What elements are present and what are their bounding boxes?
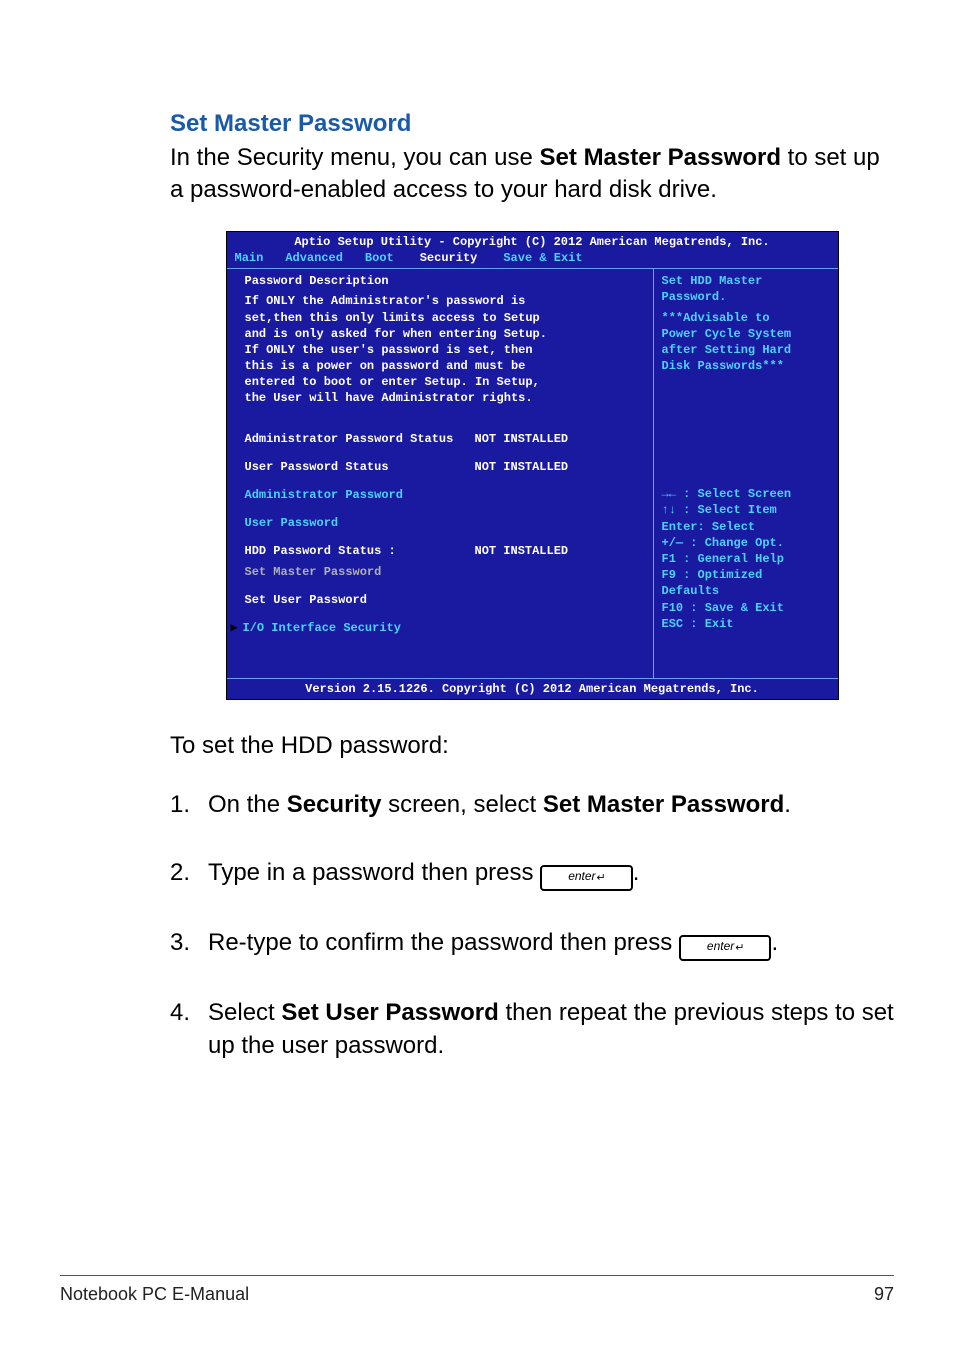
step-text: screen, select bbox=[381, 791, 542, 818]
steps-list: 1. On the Security screen, select Set Ma… bbox=[170, 789, 894, 1062]
bios-title: Aptio Setup Utility - Copyright (C) 2012… bbox=[227, 232, 838, 250]
bios-key-line: F1 : General Help bbox=[662, 551, 830, 567]
bios-desc-line: and is only asked for when entering Setu… bbox=[245, 326, 643, 342]
step-number: 4. bbox=[170, 997, 208, 1062]
bios-tab-save-exit: Save & Exit bbox=[503, 251, 582, 265]
bios-key-line: ESC : Exit bbox=[662, 616, 830, 632]
bios-left-panel: Password Description If ONLY the Adminis… bbox=[227, 269, 653, 678]
bios-hdd-status-label: HDD Password Status : bbox=[245, 543, 475, 559]
footer-title: Notebook PC E-Manual bbox=[60, 1284, 249, 1305]
bios-help-line: Power Cycle System bbox=[662, 326, 830, 342]
bios-desc-line: If ONLY the Administrator's password is bbox=[245, 293, 643, 309]
step-text: . bbox=[633, 859, 640, 886]
bios-admin-password: Administrator Password bbox=[245, 487, 643, 503]
intro-text-before: In the Security menu, you can use bbox=[170, 144, 540, 171]
bios-key-line: ↑↓ : Select Item bbox=[662, 502, 830, 518]
bios-desc-line: If ONLY the user's password is set, then bbox=[245, 342, 643, 358]
step-number: 2. bbox=[170, 857, 208, 891]
bios-help-line: Disk Passwords*** bbox=[662, 358, 830, 374]
bios-tab-advanced: Advanced bbox=[285, 251, 343, 265]
page-footer: Notebook PC E-Manual 97 bbox=[60, 1275, 894, 1305]
bios-key-line: +/— : Change Opt. bbox=[662, 535, 830, 551]
bios-help-line: Password. bbox=[662, 289, 830, 305]
after-bios-text: To set the HDD password: bbox=[170, 730, 894, 762]
triangle-right-icon: ▶ bbox=[231, 620, 243, 636]
bios-user-status-label: User Password Status bbox=[245, 459, 475, 475]
bios-key-line: →← : Select Screen bbox=[662, 486, 830, 502]
step-text: . bbox=[784, 791, 791, 818]
bios-tab-main: Main bbox=[235, 251, 264, 265]
bios-user-password: User Password bbox=[245, 515, 643, 531]
bios-hdd-status-value: NOT INSTALLED bbox=[475, 543, 643, 559]
bios-right-panel: Set HDD Master Password. ***Advisable to… bbox=[653, 269, 838, 678]
step-bold: Set User Password bbox=[281, 999, 498, 1026]
bios-tab-security: Security bbox=[416, 250, 482, 266]
step-item: 3. Re-type to confirm the password then … bbox=[170, 927, 894, 961]
step-bold: Set Master Password bbox=[543, 791, 784, 818]
bios-io-interface-security: ▶I/O Interface Security bbox=[245, 620, 643, 636]
bios-desc-line: the User will have Administrator rights. bbox=[245, 390, 643, 406]
step-item: 1. On the Security screen, select Set Ma… bbox=[170, 789, 894, 821]
bios-desc-line: set,then this only limits access to Setu… bbox=[245, 310, 643, 326]
page-number: 97 bbox=[874, 1284, 894, 1305]
step-item: 4. Select Set User Password then repeat … bbox=[170, 997, 894, 1062]
step-bold: Security bbox=[287, 791, 382, 818]
step-number: 1. bbox=[170, 789, 208, 821]
bios-set-master-password: Set Master Password bbox=[245, 564, 643, 580]
bios-help-line: after Setting Hard bbox=[662, 342, 830, 358]
intro-paragraph: In the Security menu, you can use Set Ma… bbox=[170, 142, 894, 207]
step-text: Select bbox=[208, 999, 281, 1026]
bios-set-user-password: Set User Password bbox=[245, 592, 643, 608]
step-item: 2. Type in a password then press enter. bbox=[170, 857, 894, 891]
step-number: 3. bbox=[170, 927, 208, 961]
bios-key-line: Defaults bbox=[662, 583, 830, 599]
bios-key-line: F10 : Save & Exit bbox=[662, 600, 830, 616]
step-text: Type in a password then press bbox=[208, 859, 540, 886]
bios-key-line: F9 : Optimized bbox=[662, 567, 830, 583]
bios-footer: Version 2.15.1226. Copyright (C) 2012 Am… bbox=[227, 678, 838, 699]
step-text: . bbox=[771, 929, 778, 956]
bios-desc-line: entered to boot or enter Setup. In Setup… bbox=[245, 374, 643, 390]
bios-io-label: I/O Interface Security bbox=[243, 621, 401, 635]
step-text: On the bbox=[208, 791, 287, 818]
bios-user-status-value: NOT INSTALLED bbox=[475, 459, 643, 475]
intro-text-bold: Set Master Password bbox=[540, 144, 781, 171]
bios-tabs: Main Advanced Boot Security Save & Exit bbox=[227, 250, 838, 268]
step-text: Re-type to confirm the password then pre… bbox=[208, 929, 679, 956]
bios-admin-status-value: NOT INSTALLED bbox=[475, 431, 643, 447]
bios-admin-status-label: Administrator Password Status bbox=[245, 431, 475, 447]
section-heading: Set Master Password bbox=[170, 110, 894, 138]
bios-help-line: ***Advisable to bbox=[662, 310, 830, 326]
enter-key-icon: enter bbox=[679, 935, 772, 961]
bios-key-line: Enter: Select bbox=[662, 519, 830, 535]
bios-tab-boot: Boot bbox=[365, 251, 394, 265]
bios-screenshot: Aptio Setup Utility - Copyright (C) 2012… bbox=[226, 231, 839, 701]
bios-help-line: Set HDD Master bbox=[662, 273, 830, 289]
bios-desc-line: this is a power on password and must be bbox=[245, 358, 643, 374]
bios-pd-head: Password Description bbox=[245, 273, 643, 289]
enter-key-icon: enter bbox=[540, 865, 633, 891]
